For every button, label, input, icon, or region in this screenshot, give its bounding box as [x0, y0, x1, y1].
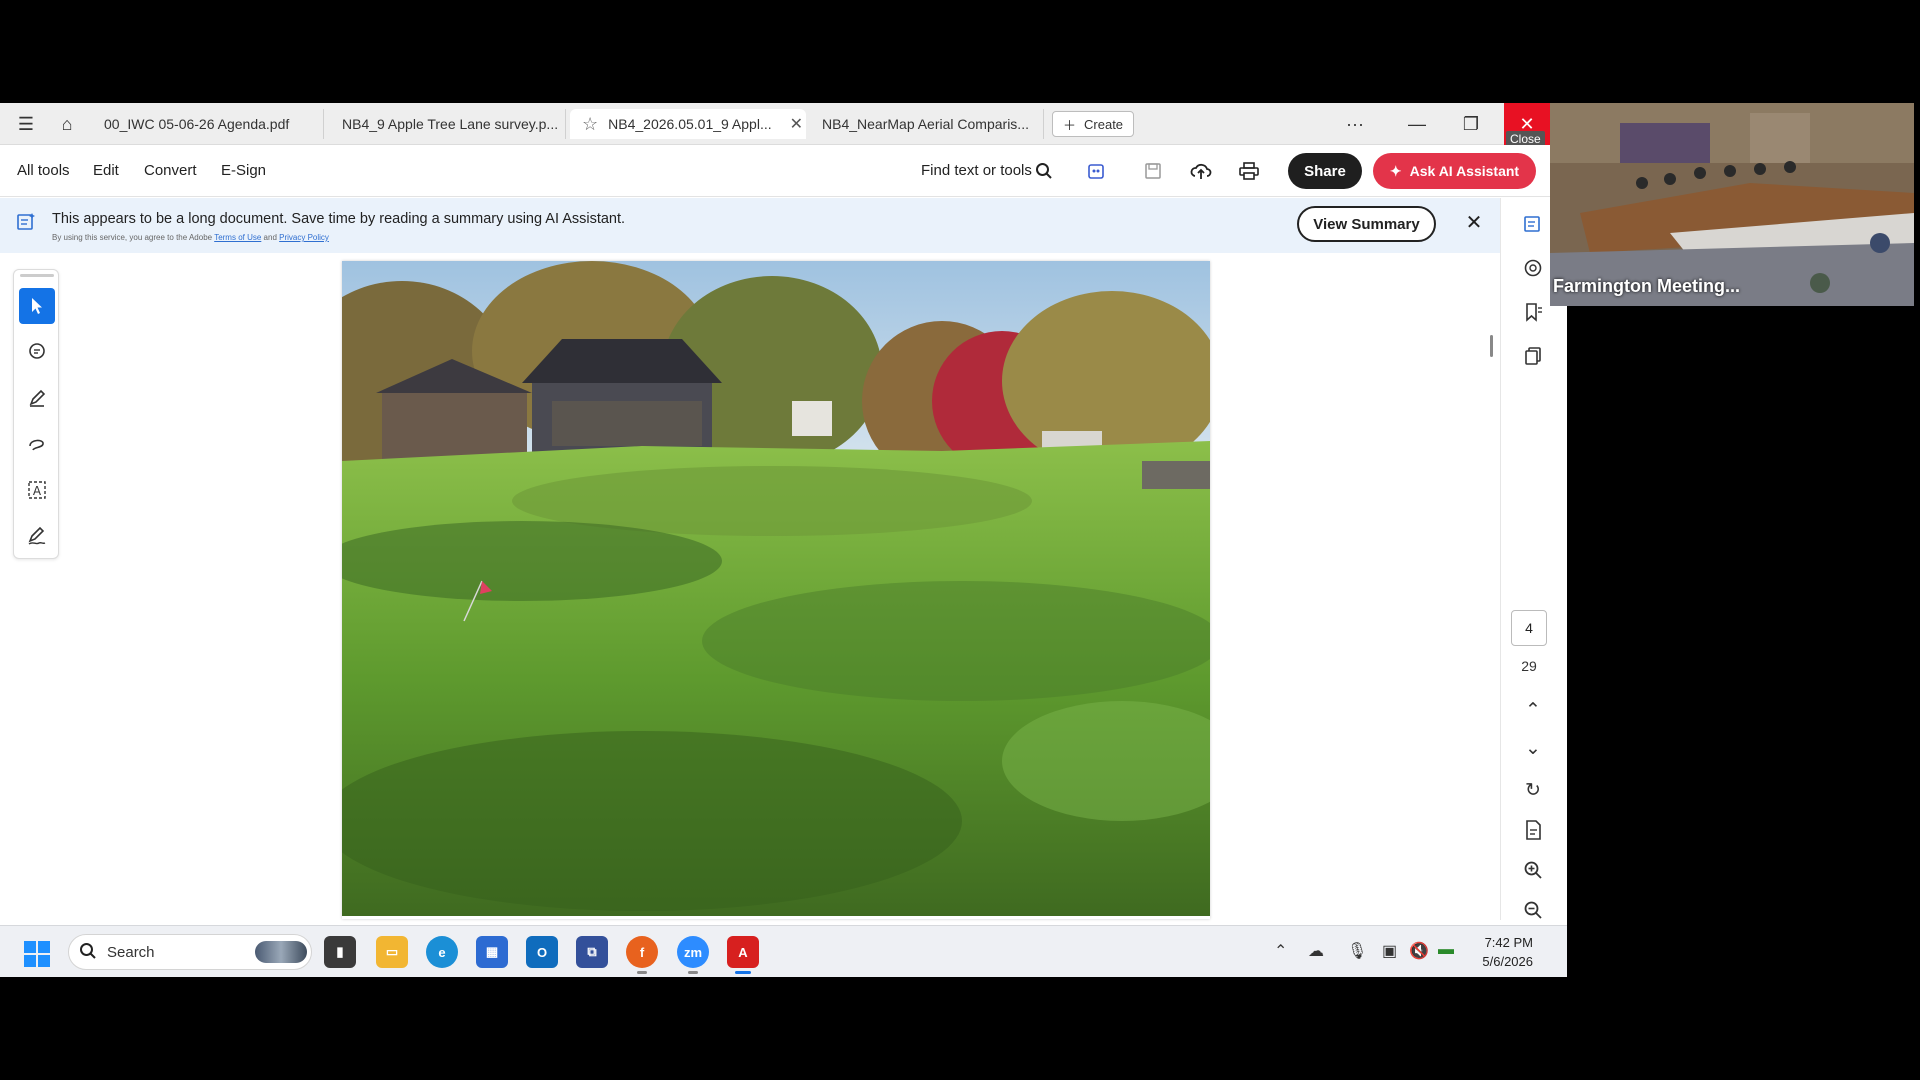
print-icon[interactable] [1235, 158, 1263, 184]
banner-fine-print: By using this service, you agree to the … [52, 233, 329, 242]
speaker-muted-icon[interactable]: 🔇 [1409, 941, 1429, 961]
sign-icon[interactable] [19, 518, 55, 554]
ai-assistant-icon: ✦ [1389, 162, 1402, 179]
text-box-icon[interactable]: A [19, 472, 55, 508]
comments-panel-icon[interactable] [1519, 254, 1547, 282]
battery-icon[interactable]: ▬ [1438, 941, 1454, 959]
privacy-policy-link[interactable]: Privacy Policy [279, 233, 329, 242]
total-pages: 29 [1521, 658, 1537, 674]
remote-desktop-icon[interactable]: ⧉ [576, 936, 608, 968]
ai-generative-icon[interactable] [1082, 158, 1110, 184]
main-toolbar: All tools Edit Convert E-Sign Find text … [0, 145, 1567, 197]
create-button[interactable]: ＋ Create [1052, 111, 1135, 137]
search-icon[interactable] [1030, 158, 1058, 184]
ai-summary-banner: This appears to be a long document. Save… [0, 198, 1500, 253]
banner-message: This appears to be a long document. Save… [52, 211, 626, 227]
share-button[interactable]: Share [1288, 153, 1362, 189]
plus-icon: ＋ [1063, 117, 1077, 133]
menu-edit[interactable]: Edit [93, 162, 119, 179]
windows-taskbar: Search ▮ ▭ e ▦ O ⧉ f zm A ⌃ ☁ 🎙 ▣ 🔇 ▬ 7:… [0, 925, 1567, 977]
zoom-icon[interactable]: zm [677, 936, 709, 974]
ai-summary-panel-icon[interactable] [1519, 210, 1547, 238]
create-label: Create [1084, 116, 1124, 132]
cloud-offline-icon[interactable]: ☁ [1308, 941, 1324, 961]
clock-time[interactable]: 7:42 PM [1483, 935, 1533, 950]
menu-esign[interactable]: E-Sign [221, 162, 266, 179]
acrobat-icon[interactable]: A [727, 936, 759, 974]
quick-tools-rail: A [13, 269, 59, 559]
terms-of-use-link[interactable]: Terms of Use [214, 233, 261, 242]
save-icon[interactable] [1139, 158, 1167, 184]
home-icon[interactable]: ⌂ [54, 112, 80, 136]
network-icon[interactable]: ▣ [1382, 941, 1397, 961]
rail-grip[interactable] [20, 274, 54, 277]
tab-active-document[interactable]: ☆ NB4_2026.05.01_9 Appl... ✕ [570, 109, 806, 139]
select-tool-cursor-icon[interactable] [19, 288, 55, 324]
close-tab-icon[interactable]: ✕ [790, 114, 803, 134]
more-label: ··· [1346, 113, 1364, 134]
zoom-out-icon[interactable] [1519, 896, 1547, 924]
tab-label: 00_IWC 05-06-26 Agenda.pdf [104, 116, 290, 132]
chevron-up-tray-icon[interactable]: ⌃ [1274, 941, 1287, 961]
task-view-icon[interactable]: ▮ [324, 936, 356, 968]
menu-all-tools[interactable]: All tools [17, 162, 70, 179]
add-comment-icon[interactable] [19, 334, 55, 370]
tab-agenda[interactable]: 00_IWC 05-06-26 Agenda.pdf [92, 109, 324, 139]
clock-date[interactable]: 5/6/2026 [1470, 954, 1533, 969]
tab-label: NB4_9 Apple Tree Lane survey.p... [342, 116, 559, 132]
search-label: Search [107, 944, 155, 961]
fine-print-and: and [263, 233, 277, 242]
search-icon [79, 942, 97, 965]
firefox-icon[interactable]: f [626, 936, 658, 974]
next-page-chevron-down-icon[interactable]: ⌄ [1519, 734, 1547, 762]
fine-print-text: By using this service, you agree to the … [52, 233, 213, 242]
cloud-upload-icon[interactable] [1187, 158, 1215, 184]
vertical-scrollbar[interactable] [1490, 335, 1493, 357]
restore-icon[interactable]: ❐ [1448, 103, 1494, 145]
tab-bar: ☰ ⌂ 00_IWC 05-06-26 Agenda.pdf NB4_9 App… [0, 103, 1550, 147]
bookmarks-icon[interactable] [1519, 298, 1547, 326]
draw-freehand-icon[interactable] [19, 426, 55, 462]
ask-ai-assistant-button[interactable]: ✦ Ask AI Assistant [1373, 153, 1536, 189]
hamburger-menu-icon[interactable]: ☰ [13, 112, 39, 136]
more-options-icon[interactable]: ··· [1332, 103, 1378, 145]
menu-convert[interactable]: Convert [144, 162, 197, 179]
tab-label: NB4_NearMap Aerial Comparis... [822, 116, 1029, 132]
tab-label: NB4_2026.05.01_9 Appl... [608, 116, 772, 132]
edge-browser-icon[interactable]: e [426, 936, 458, 968]
taskbar-search-box[interactable]: Search [68, 934, 312, 970]
current-page-input[interactable]: 4 [1511, 610, 1547, 646]
property-photo [342, 261, 1210, 916]
previous-page-chevron-up-icon[interactable]: ⌃ [1519, 696, 1547, 724]
tab-nearmap[interactable]: NB4_NearMap Aerial Comparis... [810, 109, 1044, 139]
minimize-icon[interactable]: — [1394, 103, 1440, 145]
ai-assistant-label: Ask AI Assistant [1409, 163, 1520, 179]
meeting-video-tile[interactable]: Farmington Meeting... [1550, 103, 1914, 306]
find-text-or-tools[interactable]: Find text or tools [921, 162, 1032, 179]
tab-survey[interactable]: NB4_9 Apple Tree Lane survey.p... [330, 109, 566, 139]
pdf-page [342, 261, 1210, 919]
acrobat-window: ☰ ⌂ 00_IWC 05-06-26 Agenda.pdf NB4_9 App… [0, 103, 1567, 977]
search-highlight-image [255, 941, 307, 963]
close-banner-icon[interactable]: ✕ [1462, 210, 1486, 234]
page-fit-icon[interactable] [1519, 816, 1547, 844]
outlook-icon[interactable]: O [526, 936, 558, 968]
video-participant-label: Farmington Meeting... [1553, 276, 1740, 296]
highlight-pen-icon[interactable] [19, 380, 55, 416]
ai-summary-icon [16, 212, 38, 234]
rotate-icon[interactable]: ↻ [1519, 776, 1547, 804]
zoom-in-icon[interactable] [1519, 856, 1547, 884]
file-explorer-icon[interactable]: ▭ [376, 936, 408, 968]
microphone-icon[interactable]: 🎙 [1347, 941, 1367, 961]
page-thumbnails-icon[interactable] [1519, 342, 1547, 370]
windows-start-icon[interactable] [24, 941, 50, 967]
right-side-rail: 4 29 ⌃ ⌄ ↻ [1500, 198, 1567, 920]
svg-text:A: A [33, 484, 42, 498]
microsoft-store-icon[interactable]: ▦ [476, 936, 508, 968]
view-summary-button[interactable]: View Summary [1297, 206, 1436, 242]
star-icon[interactable]: ☆ [582, 114, 598, 135]
